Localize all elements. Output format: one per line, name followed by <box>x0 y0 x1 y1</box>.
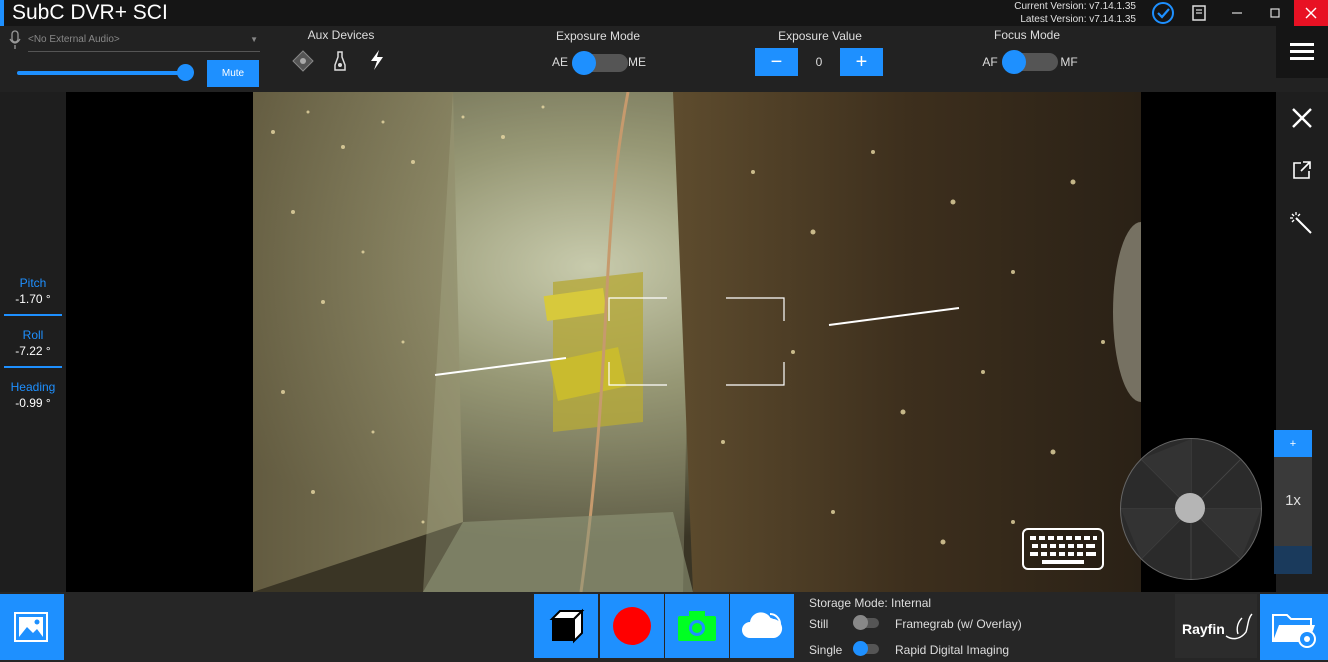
exposure-value: 0 <box>815 55 823 69</box>
exposure-mode-toggle[interactable] <box>572 51 628 75</box>
book-icon[interactable] <box>1180 0 1218 26</box>
chevron-down-icon: ▼ <box>250 35 258 44</box>
storage-settings-button[interactable] <box>1260 594 1328 660</box>
heading-label: Heading <box>10 380 56 394</box>
gallery-icon <box>14 612 48 642</box>
keyboard-icon[interactable] <box>1022 528 1104 573</box>
strobe-icon[interactable] <box>368 49 386 74</box>
toggle-knob <box>853 641 868 656</box>
storage-mode: Storage Mode: Internal <box>809 596 932 610</box>
zoom-in-button[interactable]: + <box>1274 430 1312 457</box>
record-button[interactable] <box>600 594 664 658</box>
folder-settings-icon <box>1272 614 1316 648</box>
focus-mode-af: AF <box>982 55 998 69</box>
gallery-button[interactable] <box>0 594 64 660</box>
3d-model-icon <box>549 608 585 644</box>
close-overlay-icon[interactable] <box>1290 106 1314 133</box>
heading-value: -0.99 ° <box>15 396 51 410</box>
rayfin-logo: Rayfin <box>1175 594 1257 658</box>
zoom-level: 1x <box>1285 492 1301 509</box>
still-framegrab-toggle[interactable] <box>853 615 879 630</box>
hamburger-menu-icon[interactable] <box>1276 26 1328 78</box>
framegrab-label: Framegrab (w/ Overlay) <box>895 617 1022 631</box>
light-icon[interactable] <box>332 50 348 75</box>
focus-reticle-overlay <box>434 297 960 386</box>
latest-version: Latest Version: v7.14.1.35 <box>1020 14 1136 25</box>
pitch-value: -1.70 ° <box>15 292 51 306</box>
roll-label: Roll <box>22 328 44 342</box>
camera-icon <box>678 611 716 641</box>
close-icon[interactable] <box>1294 0 1328 26</box>
telemetry-divider <box>4 314 62 316</box>
pitch-label: Pitch <box>19 276 47 290</box>
focus-mode-mf: MF <box>1060 55 1078 69</box>
3d-model-button[interactable] <box>534 594 598 658</box>
still-label: Still <box>809 617 829 631</box>
toggle-knob <box>1002 50 1026 74</box>
minimize-icon[interactable] <box>1218 0 1256 26</box>
telemetry-divider <box>4 366 62 368</box>
laser-icon[interactable] <box>292 50 314 75</box>
mute-button[interactable]: Mute <box>207 60 259 87</box>
record-icon <box>613 607 651 645</box>
bottom-bar <box>0 592 1328 662</box>
joystick-knob[interactable] <box>1175 493 1205 523</box>
roll-value: -7.22 ° <box>15 344 51 358</box>
rapid-digital-imaging-label: Rapid Digital Imaging <box>895 643 1010 657</box>
microphone-icon <box>8 30 22 53</box>
focus-mode-label: Focus Mode <box>993 28 1061 42</box>
zoom-out-button[interactable] <box>1274 546 1312 574</box>
check-circle-icon[interactable] <box>1144 0 1182 26</box>
volume-slider-thumb[interactable] <box>177 64 194 81</box>
audio-source-value: <No External Audio> <box>28 34 120 45</box>
svg-text:Rayfin: Rayfin <box>1182 621 1225 637</box>
snapshot-button[interactable] <box>665 594 729 658</box>
app-title: SubC DVR+ SCI <box>12 1 168 24</box>
pop-out-icon[interactable] <box>1292 160 1312 183</box>
cloud-upload-icon <box>742 612 783 638</box>
toggle-knob <box>572 51 596 75</box>
toggle-knob <box>853 615 868 630</box>
cloud-upload-button[interactable] <box>730 594 794 658</box>
exposure-mode-ae: AE <box>551 55 568 69</box>
exposure-value-label: Exposure Value <box>778 29 862 43</box>
current-version: Current Version: v7.14.1.35 <box>1014 1 1136 12</box>
telemetry-panel <box>0 92 66 592</box>
exposure-mode-me: ME <box>628 55 646 69</box>
magic-wand-icon[interactable] <box>1290 212 1314 239</box>
title-accent <box>0 0 4 26</box>
exposure-mode-label: Exposure Mode <box>555 29 641 43</box>
exposure-increase-button[interactable]: + <box>840 48 883 76</box>
maximize-icon[interactable] <box>1256 0 1294 26</box>
focus-mode-toggle[interactable] <box>1002 50 1058 74</box>
exposure-decrease-button[interactable]: − <box>755 48 798 76</box>
volume-slider[interactable] <box>17 71 187 75</box>
audio-source-select[interactable]: <No External Audio> ▼ <box>28 31 260 52</box>
single-rdi-toggle[interactable] <box>853 641 879 656</box>
single-label: Single <box>809 643 843 657</box>
aux-devices-label: Aux Devices <box>307 28 375 42</box>
